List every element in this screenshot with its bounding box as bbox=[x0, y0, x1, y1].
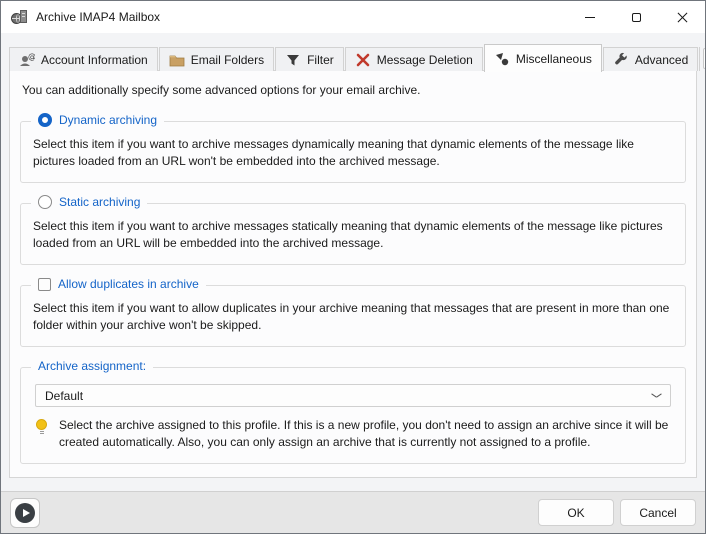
tab-label: Message Deletion bbox=[377, 53, 473, 67]
static-archiving-description: Select this item if you want to archive … bbox=[33, 218, 673, 252]
lightbulb-icon bbox=[35, 419, 49, 437]
tab-label: Account Information bbox=[41, 53, 148, 67]
tab-label: Advanced bbox=[635, 53, 688, 67]
run-profile-button[interactable] bbox=[10, 498, 40, 528]
tab-partial-hidden[interactable] bbox=[699, 47, 700, 71]
static-archiving-option[interactable]: Static archiving bbox=[31, 195, 147, 209]
title-bar: Archive IMAP4 Mailbox bbox=[1, 1, 705, 33]
archive-assignment-hint: Select the archive assigned to this prof… bbox=[59, 417, 671, 451]
tab-label: Miscellaneous bbox=[516, 52, 592, 66]
dynamic-archiving-label: Dynamic archiving bbox=[59, 113, 157, 127]
minimize-icon bbox=[585, 17, 595, 18]
archive-assignment-select[interactable]: Default bbox=[35, 384, 671, 407]
dynamic-archiving-group: Dynamic archiving Select this item if yo… bbox=[20, 121, 686, 183]
archive-assignment-group: Archive assignment: Default Select the a… bbox=[20, 367, 686, 464]
static-archiving-radio[interactable] bbox=[38, 195, 52, 209]
wrench-icon bbox=[613, 52, 629, 68]
account-icon: @ bbox=[19, 52, 35, 68]
archive-assignment-hint-row: Select the archive assigned to this prof… bbox=[33, 417, 673, 451]
mailbox-archive-icon bbox=[11, 9, 28, 25]
allow-duplicates-checkbox[interactable] bbox=[38, 278, 51, 291]
tab-filter[interactable]: Filter bbox=[275, 47, 344, 71]
cancel-button[interactable]: Cancel bbox=[620, 499, 696, 526]
allow-duplicates-description: Select this item if you want to allow du… bbox=[33, 300, 673, 334]
dialog-window: Archive IMAP4 Mailbox @ Account Informat… bbox=[0, 0, 706, 534]
tab-advanced[interactable]: Advanced bbox=[603, 47, 698, 71]
static-archiving-label: Static archiving bbox=[59, 195, 140, 209]
dynamic-archiving-radio[interactable] bbox=[38, 113, 52, 127]
allow-duplicates-group: Allow duplicates in archive Select this … bbox=[20, 285, 686, 347]
tab-miscellaneous[interactable]: Miscellaneous bbox=[484, 44, 602, 72]
dynamic-archiving-description: Select this item if you want to archive … bbox=[33, 136, 673, 170]
archive-assignment-label: Archive assignment: bbox=[38, 359, 146, 373]
tab-email-folders[interactable]: Email Folders bbox=[159, 47, 274, 71]
tab-message-deletion[interactable]: Message Deletion bbox=[345, 47, 483, 71]
minimize-button[interactable] bbox=[567, 1, 613, 33]
page-intro-text: You can additionally specify some advanc… bbox=[22, 83, 686, 97]
chevron-down-icon bbox=[651, 393, 661, 399]
misc-icon bbox=[494, 51, 510, 67]
close-icon bbox=[677, 12, 688, 23]
tab-account-information[interactable]: @ Account Information bbox=[9, 47, 158, 71]
svg-text:@: @ bbox=[28, 52, 35, 61]
archive-assignment-legend: Archive assignment: bbox=[31, 359, 153, 373]
folder-icon bbox=[169, 52, 185, 68]
filter-icon bbox=[285, 52, 301, 68]
delete-x-icon bbox=[355, 52, 371, 68]
dynamic-archiving-option[interactable]: Dynamic archiving bbox=[31, 113, 164, 127]
tab-bar: @ Account Information Email Folders Filt… bbox=[1, 33, 705, 71]
static-archiving-group: Static archiving Select this item if you… bbox=[20, 203, 686, 265]
tab-page-miscellaneous: You can additionally specify some advanc… bbox=[9, 70, 697, 478]
allow-duplicates-label: Allow duplicates in archive bbox=[58, 277, 199, 291]
maximize-button[interactable] bbox=[613, 1, 659, 33]
dialog-footer: OK Cancel bbox=[1, 491, 705, 533]
close-button[interactable] bbox=[659, 1, 705, 33]
archive-assignment-value: Default bbox=[45, 389, 651, 403]
window-title: Archive IMAP4 Mailbox bbox=[36, 10, 160, 24]
tab-label: Filter bbox=[307, 53, 334, 67]
maximize-icon bbox=[632, 13, 641, 22]
ok-button[interactable]: OK bbox=[538, 499, 614, 526]
allow-duplicates-option[interactable]: Allow duplicates in archive bbox=[31, 277, 206, 291]
tab-label: Email Folders bbox=[191, 53, 264, 67]
play-circle-icon bbox=[15, 503, 35, 523]
